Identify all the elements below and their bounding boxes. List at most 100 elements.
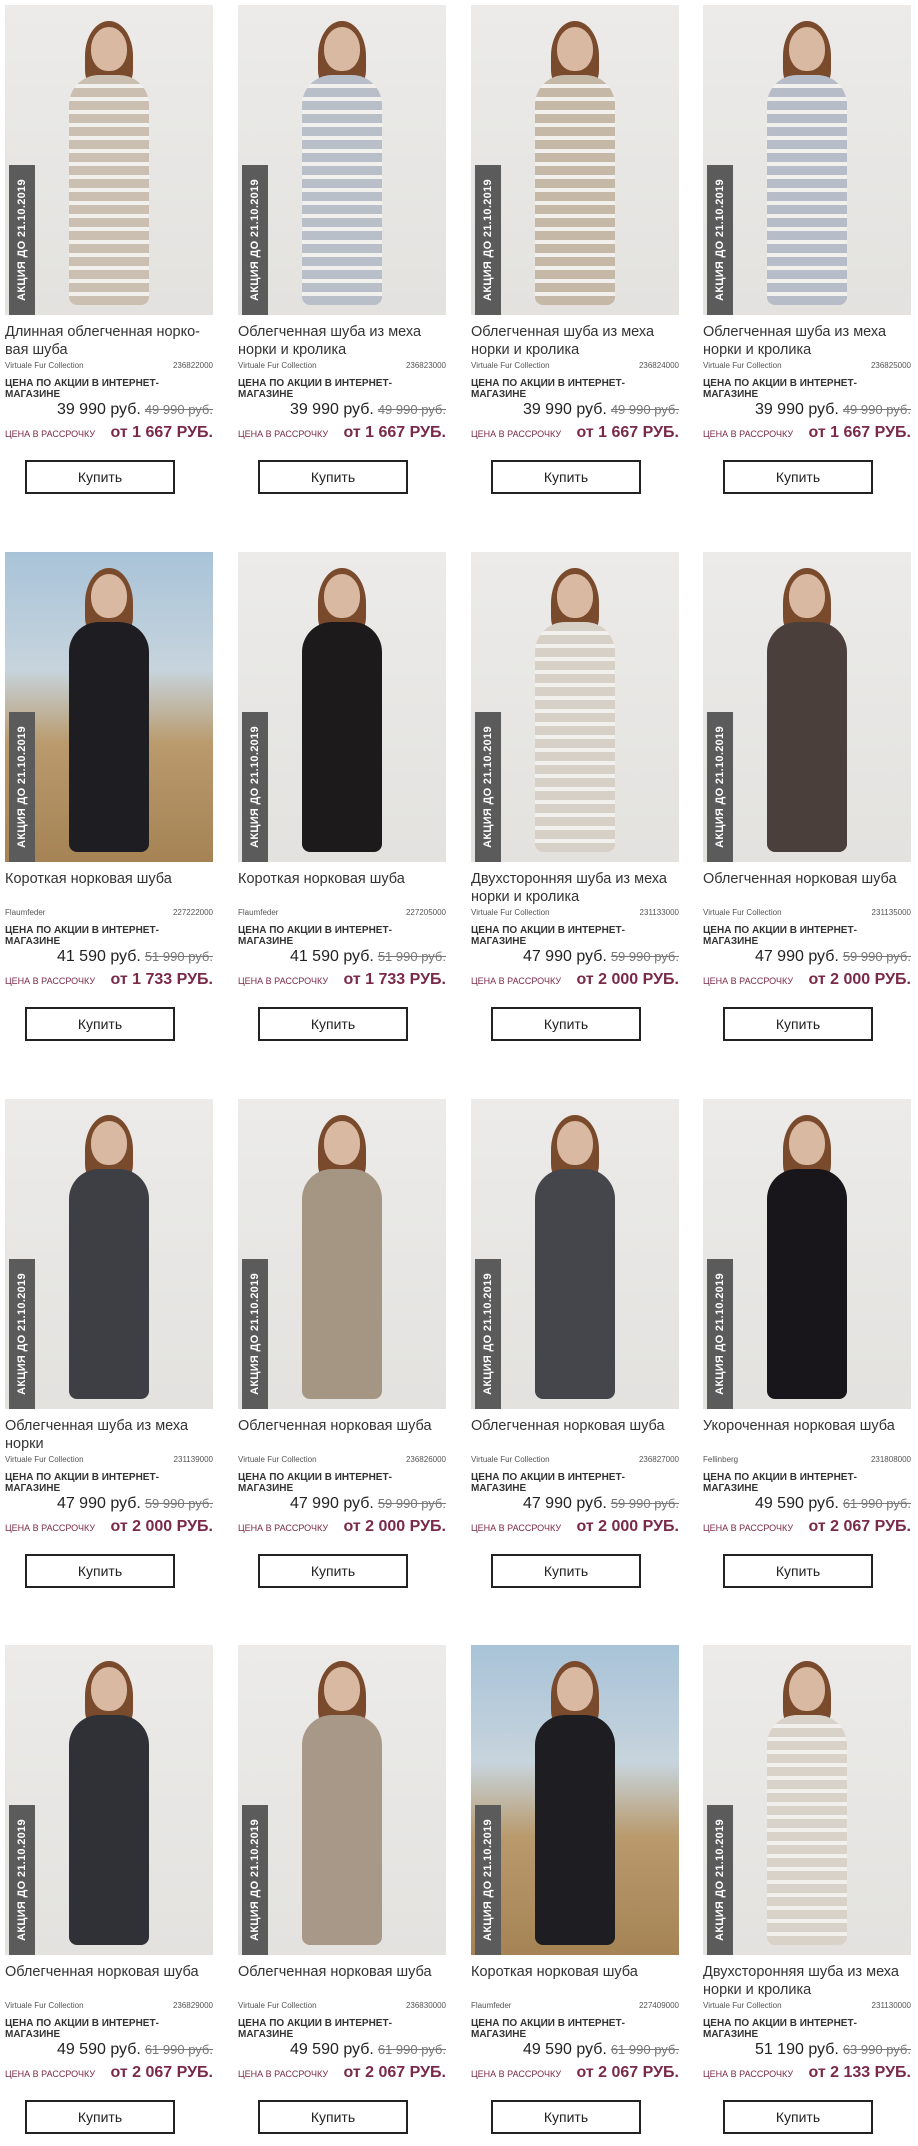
installment-label: ЦЕНА В РАССРОЧКУ — [703, 1523, 794, 1533]
product-photo[interactable]: АКЦИЯ ДО 21.10.2019 — [703, 552, 911, 862]
buy-button[interactable]: Купить — [491, 2100, 641, 2134]
product-title[interactable]: Облегченная шуба из меха норки и кролика — [471, 323, 679, 359]
buy-button[interactable]: Купить — [25, 2100, 175, 2134]
installment-label: ЦЕНА В РАССРОЧКУ — [238, 1523, 329, 1533]
sku: 236827000 — [638, 1455, 679, 1464]
price-row: 39 990 руб. 49 990 руб. — [471, 401, 679, 419]
promo-badge: АКЦИЯ ДО 21.10.2019 — [707, 712, 733, 862]
installment-amount: от 2 000 РУБ. — [808, 971, 912, 988]
product-title[interactable]: Двухсторонняя шуба из меха норки и кроли… — [703, 1963, 911, 1999]
product-photo[interactable]: АКЦИЯ ДО 21.10.2019 — [471, 5, 679, 315]
product-photo[interactable]: АКЦИЯ ДО 21.10.2019 — [238, 552, 446, 862]
buy-button[interactable]: Купить — [491, 1007, 641, 1041]
product-title[interactable]: Облегченная норковая шуба — [238, 1963, 446, 1999]
buy-button[interactable]: Купить — [258, 2100, 408, 2134]
installment-row: ЦЕНА В РАССРОЧКУ от 2 000 РУБ. — [471, 971, 679, 989]
old-price: 49 990 руб. — [610, 402, 679, 417]
brand-name: Virtuale Fur Collection — [471, 361, 550, 370]
buy-button[interactable]: Купить — [491, 460, 641, 494]
promo-badge-text: АКЦИЯ ДО 21.10.2019 — [714, 179, 727, 301]
product-card: АКЦИЯ ДО 21.10.2019 Длинная облегченная … — [5, 5, 213, 494]
installment-amount: от 2 000 РУБ. — [576, 1518, 680, 1535]
model-figure — [527, 21, 623, 307]
promo-badge: АКЦИЯ ДО 21.10.2019 — [707, 1805, 733, 1955]
current-price: 47 990 руб. — [289, 1495, 374, 1512]
product-photo[interactable]: АКЦИЯ ДО 21.10.2019 — [471, 1099, 679, 1409]
product-photo[interactable]: АКЦИЯ ДО 21.10.2019 — [703, 5, 911, 315]
buy-button[interactable]: Купить — [258, 460, 408, 494]
installment-amount: от 2 067 РУБ. — [576, 2064, 680, 2081]
product-title[interactable]: Укороченная норковая шуба — [703, 1417, 911, 1453]
buy-button[interactable]: Купить — [25, 1007, 175, 1041]
product-title[interactable]: Облегченная норковая шуба — [5, 1963, 213, 1999]
installment-amount: от 1 667 РУБ. — [110, 424, 214, 441]
model-figure — [527, 1661, 623, 1947]
promo-label: ЦЕНА ПО АКЦИИ В ИНТЕРНЕТ-МАГАЗИНЕ — [238, 1472, 392, 1494]
promo-label: ЦЕНА ПО АКЦИИ В ИНТЕРНЕТ-МАГАЗИНЕ — [703, 925, 857, 947]
installment-amount: от 2 067 РУБ. — [343, 2064, 447, 2081]
buy-button[interactable]: Купить — [25, 1554, 175, 1588]
buy-button[interactable]: Купить — [723, 2100, 873, 2134]
product-title[interactable]: Облегченная норковая шуба — [238, 1417, 446, 1453]
product-photo[interactable]: АКЦИЯ ДО 21.10.2019 — [238, 1645, 446, 1955]
current-price: 47 990 руб. — [522, 1495, 607, 1512]
product-title[interactable]: Короткая норковая шуба — [5, 870, 213, 906]
promo-badge: АКЦИЯ ДО 21.10.2019 — [242, 165, 268, 315]
buy-button[interactable]: Купить — [258, 1007, 408, 1041]
product-card: АКЦИЯ ДО 21.10.2019 Облегченная норковая… — [238, 1099, 446, 1588]
current-price: 41 590 руб. — [289, 948, 374, 965]
brand-name: Virtuale Fur Collection — [238, 361, 317, 370]
installment-row: ЦЕНА В РАССРОЧКУ от 2 067 РУБ. — [238, 2064, 446, 2082]
price-row: 41 590 руб. 51 990 руб. — [238, 948, 446, 966]
product-photo[interactable]: АКЦИЯ ДО 21.10.2019 — [238, 5, 446, 315]
current-price: 41 590 руб. — [56, 948, 141, 965]
buy-button[interactable]: Купить — [723, 1554, 873, 1588]
product-photo[interactable]: АКЦИЯ ДО 21.10.2019 — [703, 1099, 911, 1409]
product-title[interactable]: Облегченная шуба из меха норки — [5, 1417, 213, 1453]
product-meta: Virtuale Fur Collection 231135000 — [703, 908, 911, 917]
product-card: АКЦИЯ ДО 21.10.2019 Двухсторонняя шуба и… — [703, 1645, 911, 2134]
product-card: АКЦИЯ ДО 21.10.2019 Облегченная норковая… — [471, 1099, 679, 1588]
model-figure — [61, 21, 157, 307]
product-grid: АКЦИЯ ДО 21.10.2019 Длинная облегченная … — [0, 0, 918, 2146]
product-card: АКЦИЯ ДО 21.10.2019 Короткая норковая шу… — [238, 552, 446, 1041]
product-photo[interactable]: АКЦИЯ ДО 21.10.2019 — [238, 1099, 446, 1409]
buy-button[interactable]: Купить — [258, 1554, 408, 1588]
buy-button[interactable]: Купить — [491, 1554, 641, 1588]
installment-row: ЦЕНА В РАССРОЧКУ от 1 667 РУБ. — [5, 424, 213, 442]
product-card: АКЦИЯ ДО 21.10.2019 Короткая норковая шу… — [471, 1645, 679, 2134]
product-photo[interactable]: АКЦИЯ ДО 21.10.2019 — [703, 1645, 911, 1955]
sku: 236825000 — [870, 361, 911, 370]
model-figure — [759, 1115, 855, 1401]
buy-button[interactable]: Купить — [723, 1007, 873, 1041]
product-title[interactable]: Облегченная норковая шуба — [703, 870, 911, 906]
promo-label: ЦЕНА ПО АКЦИИ В ИНТЕРНЕТ-МАГАЗИНЕ — [703, 378, 857, 400]
product-title[interactable]: Короткая норковая шуба — [238, 870, 446, 906]
promo-badge: АКЦИЯ ДО 21.10.2019 — [9, 1259, 35, 1409]
sku: 236826000 — [405, 1455, 446, 1464]
product-title[interactable]: Двухсторонняя шуба из меха норки и кроли… — [471, 870, 679, 906]
price-row: 39 990 руб. 49 990 руб. — [703, 401, 911, 419]
product-photo[interactable]: АКЦИЯ ДО 21.10.2019 — [5, 552, 213, 862]
buy-button[interactable]: Купить — [723, 460, 873, 494]
product-photo[interactable]: АКЦИЯ ДО 21.10.2019 — [471, 552, 679, 862]
product-photo[interactable]: АКЦИЯ ДО 21.10.2019 — [5, 1099, 213, 1409]
promo-badge: АКЦИЯ ДО 21.10.2019 — [9, 165, 35, 315]
promo-label: ЦЕНА ПО АКЦИИ В ИНТЕРНЕТ-МАГАЗИНЕ — [471, 378, 625, 400]
product-card: АКЦИЯ ДО 21.10.2019 Облегченная норковая… — [703, 552, 911, 1041]
product-photo[interactable]: АКЦИЯ ДО 21.10.2019 — [5, 1645, 213, 1955]
current-price: 49 590 руб. — [56, 2041, 141, 2058]
current-price: 49 590 руб. — [522, 2041, 607, 2058]
product-photo[interactable]: АКЦИЯ ДО 21.10.2019 — [5, 5, 213, 315]
product-title[interactable]: Облегченная шуба из меха норки и кролика — [703, 323, 911, 359]
product-title[interactable]: Облегченная шуба из меха норки и кролика — [238, 323, 446, 359]
product-photo[interactable]: АКЦИЯ ДО 21.10.2019 — [471, 1645, 679, 1955]
old-price: 59 990 руб. — [377, 1496, 446, 1511]
product-title[interactable]: Короткая норковая шуба — [471, 1963, 679, 1999]
product-title[interactable]: Облегченная норковая шуба — [471, 1417, 679, 1453]
price-row: 49 590 руб. 61 990 руб. — [5, 2041, 213, 2059]
buy-button[interactable]: Купить — [25, 460, 175, 494]
installment-label: ЦЕНА В РАССРОЧКУ — [471, 2069, 562, 2079]
product-title[interactable]: Длинная облегченная норко-вая шуба — [5, 323, 213, 359]
sku: 236824000 — [638, 361, 679, 370]
